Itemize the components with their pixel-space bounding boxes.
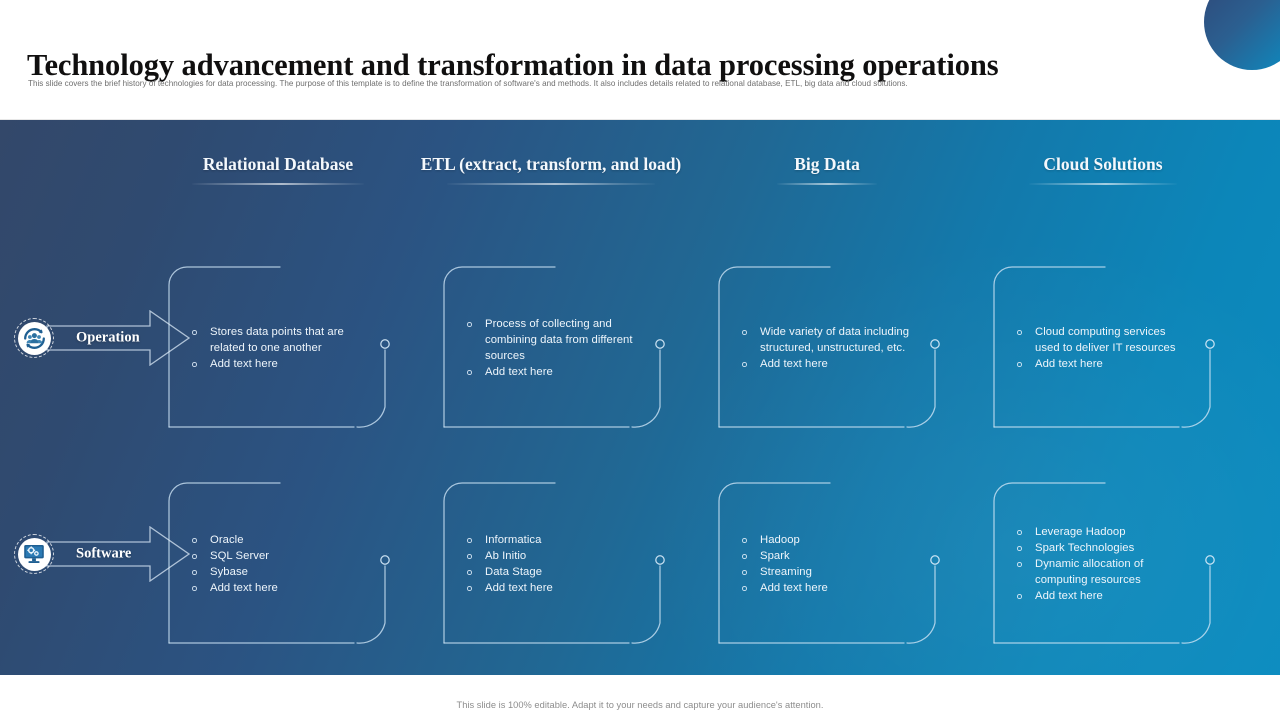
operations-people-gear-icon	[14, 318, 54, 358]
card-software-cloud-solutions: Leverage Hadoop Spark Technologies Dynamic…	[993, 482, 1215, 644]
column-heading-underline	[1029, 183, 1177, 185]
card-bullet-item: Wide variety of data including structure…	[740, 324, 916, 356]
column-heading-label: ETL (extract, transform, and load)	[420, 154, 682, 174]
row-label-text: Software	[76, 545, 132, 562]
card-bullet-item: Streaming	[740, 564, 916, 580]
card-bullet-list: Stores data points that are related to o…	[190, 324, 366, 372]
card-bullet-item: Add text here	[190, 356, 366, 372]
column-heading-underline	[192, 183, 364, 185]
card-bullet-item: Ab Initio	[465, 548, 641, 564]
card-bullet-list: Process of collecting and combining data…	[465, 316, 641, 380]
card-software-relational-database: Oracle SQL Server Sybase Add text here	[168, 482, 390, 644]
column-heading-relational-database: Relational Database	[165, 154, 391, 185]
card-bullet-list: Oracle SQL Server Sybase Add text here	[190, 532, 366, 596]
column-heading-label: Big Data	[794, 154, 860, 174]
card-bullet-item: Cloud computing services used to deliver…	[1015, 324, 1191, 356]
card-bullet-item: Add text here	[190, 580, 366, 596]
column-heading-underline	[447, 183, 655, 185]
column-heading-etl: ETL (extract, transform, and load)	[398, 154, 704, 185]
footer-note: This slide is 100% editable. Adapt it to…	[456, 700, 824, 710]
column-heading-cloud-solutions: Cloud Solutions	[1018, 154, 1188, 185]
card-bullet-list: Cloud computing services used to deliver…	[1015, 324, 1191, 372]
card-bullet-item: Informatica	[465, 532, 641, 548]
row-label-operation: Operation	[14, 303, 190, 373]
software-monitor-gear-icon	[14, 534, 54, 574]
card-bullet-item: Add text here	[465, 580, 641, 596]
slide-body: Relational Database ETL (extract, transfo…	[0, 120, 1280, 675]
card-software-etl: Informatica Ab Initio Data Stage Add text h…	[443, 482, 665, 644]
card-bullet-item: Add text here	[465, 364, 641, 380]
row-label-software: Software	[14, 519, 190, 589]
card-bullet-item: Dynamic allocation of computing resource…	[1015, 556, 1191, 588]
page-subtitle: This slide covers the brief history of t…	[28, 79, 908, 88]
card-operation-relational-database: Stores data points that are related to o…	[168, 266, 390, 428]
card-bullet-item: Leverage Hadoop	[1015, 524, 1191, 540]
card-bullet-item: Stores data points that are related to o…	[190, 324, 366, 356]
card-bullet-item: SQL Server	[190, 548, 366, 564]
card-bullet-item: Spark Technologies	[1015, 540, 1191, 556]
card-operation-big-data: Wide variety of data including structure…	[718, 266, 940, 428]
slide-canvas: Relational Database ETL (extract, transfo…	[0, 0, 1280, 720]
card-operation-cloud-solutions: Cloud computing services used to deliver…	[993, 266, 1215, 428]
card-bullet-list: Wide variety of data including structure…	[740, 324, 916, 372]
card-bullet-item: Add text here	[740, 356, 916, 372]
column-heading-label: Cloud Solutions	[1043, 154, 1163, 174]
column-heading-underline	[777, 183, 877, 185]
card-bullet-item: Sybase	[190, 564, 366, 580]
column-heading-big-data: Big Data	[748, 154, 906, 185]
card-bullet-item: Spark	[740, 548, 916, 564]
footer-band	[0, 675, 1280, 720]
card-bullet-item: Add text here	[1015, 588, 1191, 604]
icon-disc	[17, 321, 51, 355]
card-software-big-data: Hadoop Spark Streaming Add text here	[718, 482, 940, 644]
card-bullet-item: Data Stage	[465, 564, 641, 580]
card-bullet-item: Process of collecting and combining data…	[465, 316, 641, 364]
card-bullet-item: Add text here	[1015, 356, 1191, 372]
row-label-text: Operation	[76, 329, 140, 346]
icon-disc	[17, 537, 51, 571]
card-bullet-item: Oracle	[190, 532, 366, 548]
card-bullet-list: Hadoop Spark Streaming Add text here	[740, 532, 916, 596]
card-bullet-list: Leverage Hadoop Spark Technologies Dynamic…	[1015, 524, 1191, 604]
column-heading-label: Relational Database	[202, 154, 354, 174]
card-bullet-item: Hadoop	[740, 532, 916, 548]
card-bullet-item: Add text here	[740, 580, 916, 596]
header-divider	[0, 119, 1280, 120]
card-bullet-list: Informatica Ab Initio Data Stage Add text h…	[465, 532, 641, 596]
card-operation-etl: Process of collecting and combining data…	[443, 266, 665, 428]
